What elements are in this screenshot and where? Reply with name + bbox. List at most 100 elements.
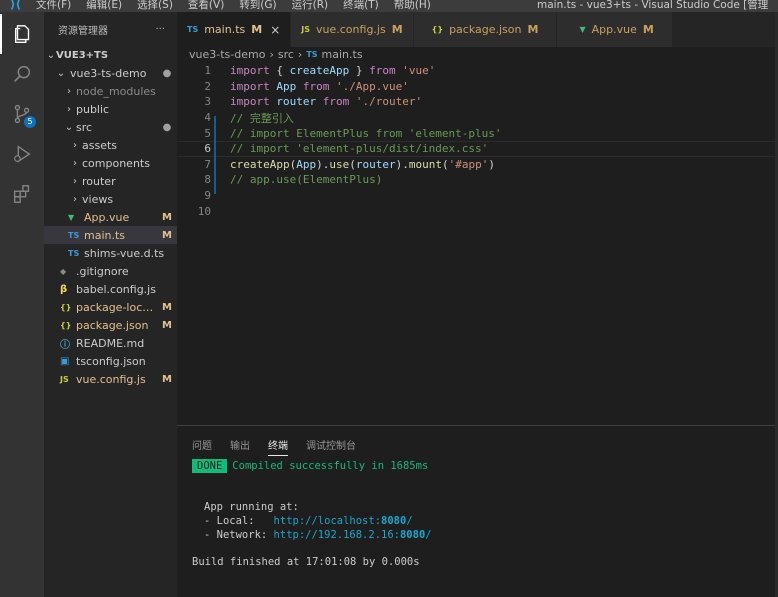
tree-file-babel-config[interactable]: β babel.config.js: [44, 280, 177, 298]
code-line[interactable]: 9: [177, 188, 778, 204]
menu-terminal[interactable]: 终端(T): [343, 0, 379, 12]
code-line[interactable]: 5 // import ElementPlus from 'element-plu…: [177, 125, 778, 141]
tree-file-vue-config[interactable]: JS vue.config.js M: [44, 370, 177, 388]
more-actions-icon[interactable]: ···: [155, 24, 165, 35]
tree-file-app-vue[interactable]: ▼ App.vue M: [44, 208, 177, 226]
tree-folder-src[interactable]: ⌄ src ●: [44, 118, 177, 136]
code-token: import: [230, 64, 270, 78]
code-token: // import 'element-plus/dist/index.css': [230, 142, 489, 156]
javascript-file-icon: JS: [301, 25, 311, 34]
code-line[interactable]: 4 // 完整引入: [177, 110, 778, 126]
compile-message: Compiled successfully in 1685ms: [232, 460, 429, 472]
code-token: use: [329, 157, 350, 171]
line-number: 2: [204, 79, 211, 93]
panel-tab-output[interactable]: 输出: [230, 437, 250, 456]
tree-label: src: [76, 120, 93, 134]
code-line[interactable]: 3 import router from './router': [177, 94, 778, 110]
tree-folder-vue3-ts-demo[interactable]: ⌄ vue3-ts-demo ●: [44, 64, 177, 82]
tab-main-ts[interactable]: TS main.ts M ×: [177, 12, 292, 47]
menu-selection[interactable]: 选择(S): [137, 0, 173, 12]
tree-label: .gitignore: [76, 264, 129, 278]
code-line[interactable]: 8 // app.use(ElementPlus): [177, 172, 778, 188]
extensions-icon: [13, 185, 30, 203]
code-token: createApp: [289, 64, 350, 78]
git-status-badge: M: [162, 211, 172, 223]
code-line[interactable]: 6 // import 'element-plus/dist/index.css': [177, 141, 778, 157]
tree-workspace-root[interactable]: ⌄ VUE3+TS: [44, 46, 177, 64]
tab-label: main.ts: [204, 23, 246, 36]
tree-label: main.ts: [84, 228, 126, 242]
breadcrumb-folder[interactable]: vue3-ts-demo: [189, 48, 265, 61]
local-url[interactable]: http://localhost:: [274, 515, 381, 527]
tree-folder-node-modules[interactable]: › node_modules: [44, 82, 177, 100]
tree-file-main-ts[interactable]: TS main.ts M: [44, 226, 177, 244]
line-number: 10: [197, 204, 211, 218]
tree-label: components: [82, 156, 150, 170]
code-line[interactable]: 7 createApp(App).use(router).mount('#app'…: [177, 157, 778, 173]
code-line[interactable]: 2 import App from './App.vue': [177, 79, 778, 95]
panel-tab-terminal[interactable]: 终端: [268, 437, 288, 456]
activity-search[interactable]: [0, 54, 44, 94]
tree-folder-router[interactable]: › router: [44, 172, 177, 190]
chevron-down-icon: ⌄: [56, 67, 66, 79]
line-number: 7: [204, 157, 211, 171]
network-url[interactable]: http://192.168.2.16:: [274, 529, 400, 541]
activity-extensions[interactable]: [0, 174, 44, 214]
close-icon[interactable]: ×: [270, 23, 280, 37]
activity-run-debug[interactable]: [0, 134, 44, 174]
code-line[interactable]: 1 import { createApp } from 'vue': [177, 63, 778, 79]
chevron-down-icon: ⌄: [46, 49, 56, 61]
tab-modified-badge: M: [251, 23, 263, 36]
git-status-badge: M: [162, 319, 172, 331]
tree-label: public: [76, 102, 110, 116]
code-token: from: [369, 64, 396, 78]
tree-file-package-lock[interactable]: {} package-lock.j... M: [44, 298, 177, 316]
line-number: 9: [204, 189, 211, 203]
git-status-badge: M: [162, 301, 172, 313]
tree-file-shims-vue[interactable]: TS shims-vue.d.ts: [44, 244, 177, 262]
code-line[interactable]: 10: [177, 203, 778, 219]
activity-explorer[interactable]: [0, 14, 44, 54]
line-number: 1: [204, 64, 211, 78]
menu-run[interactable]: 运行(R): [292, 0, 329, 12]
breadcrumb-file[interactable]: main.ts: [322, 48, 363, 61]
code-token: './App.vue': [336, 79, 409, 93]
tab-app-vue[interactable]: ▼ App.vue M: [557, 12, 673, 47]
tree-file-package-json[interactable]: {} package.json M: [44, 316, 177, 334]
run-debug-icon: [14, 145, 31, 163]
tab-package-json[interactable]: {} package.json M: [413, 12, 558, 47]
tree-file-readme[interactable]: ⓘ README.md: [44, 334, 177, 352]
typescript-file-icon: TS: [187, 25, 199, 34]
tree-folder-components[interactable]: › components: [44, 154, 177, 172]
code-editor[interactable]: 1 import { createApp } from 'vue' 2 import …: [177, 61, 778, 425]
local-port[interactable]: 8080: [381, 515, 406, 527]
tree-folder-public[interactable]: › public: [44, 100, 177, 118]
breadcrumb-folder[interactable]: src: [278, 48, 294, 61]
network-url-suffix[interactable]: /: [425, 529, 431, 541]
code-token: createApp: [230, 157, 290, 171]
tree-folder-assets[interactable]: › assets: [44, 136, 177, 154]
activity-source-control[interactable]: 5: [0, 94, 44, 134]
tree-folder-views[interactable]: › views: [44, 190, 177, 208]
code-text: createApp(App).use(router).mount('#app'): [230, 158, 495, 171]
chevron-right-icon: ›: [73, 175, 77, 187]
code-text: import { createApp } from 'vue': [230, 64, 435, 77]
panel-tab-debug-console[interactable]: 调试控制台: [306, 437, 356, 456]
local-url-suffix[interactable]: /: [406, 515, 412, 527]
tab-vue-config-js[interactable]: JS vue.config.js M: [291, 12, 414, 47]
code-text: import App from './App.vue': [230, 80, 409, 93]
explorer-header: 资源管理器 ···: [44, 12, 177, 46]
code-token: from: [302, 79, 330, 93]
tree-file-tsconfig[interactable]: ▣ tsconfig.json: [44, 352, 177, 370]
menu-file[interactable]: 文件(F): [36, 0, 71, 12]
network-port[interactable]: 8080: [400, 529, 425, 541]
tree-file-gitignore[interactable]: ◆ .gitignore: [44, 262, 177, 280]
panel-tab-problems[interactable]: 问题: [192, 437, 212, 456]
modified-dot: ●: [162, 121, 172, 133]
menu-help[interactable]: 帮助(H): [394, 0, 431, 12]
menu-view[interactable]: 查看(V): [188, 0, 224, 12]
menu-edit[interactable]: 编辑(E): [86, 0, 122, 12]
menu-goto[interactable]: 转到(G): [239, 0, 276, 12]
